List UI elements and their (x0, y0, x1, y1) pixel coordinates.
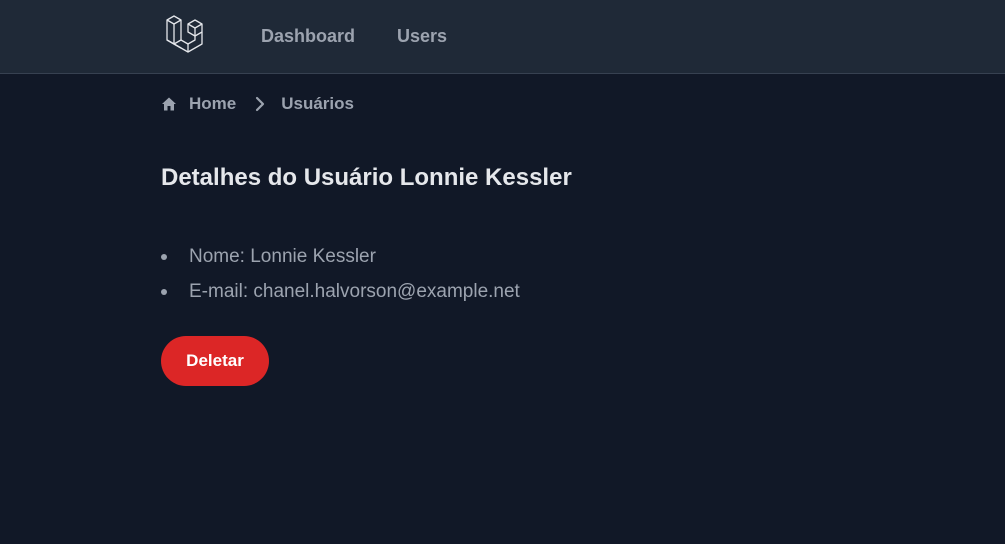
detail-name: Nome: Lonnie Kessler (161, 242, 520, 277)
detail-email-text: E-mail: chanel.halvorson@example.net (189, 281, 520, 302)
breadcrumb: Home Usuários (161, 92, 354, 116)
detail-name-text: Nome: Lonnie Kessler (189, 246, 376, 267)
laravel-logo-icon[interactable] (164, 14, 206, 56)
breadcrumb-users-link[interactable]: Usuários (281, 94, 354, 114)
bullet-icon (161, 254, 167, 260)
home-icon (161, 96, 177, 112)
detail-email: E-mail: chanel.halvorson@example.net (161, 277, 520, 312)
delete-button[interactable]: Deletar (161, 336, 269, 386)
top-navbar: Dashboard Users (0, 0, 1005, 74)
page-title: Detalhes do Usuário Lonnie Kessler (161, 164, 572, 191)
user-details-list: Nome: Lonnie Kessler E-mail: chanel.halv… (161, 242, 520, 312)
breadcrumb-home-link[interactable]: Home (189, 94, 236, 114)
chevron-right-icon (252, 96, 268, 112)
nav-link-users[interactable]: Users (397, 24, 447, 48)
nav-link-dashboard[interactable]: Dashboard (261, 24, 355, 48)
bullet-icon (161, 289, 167, 295)
